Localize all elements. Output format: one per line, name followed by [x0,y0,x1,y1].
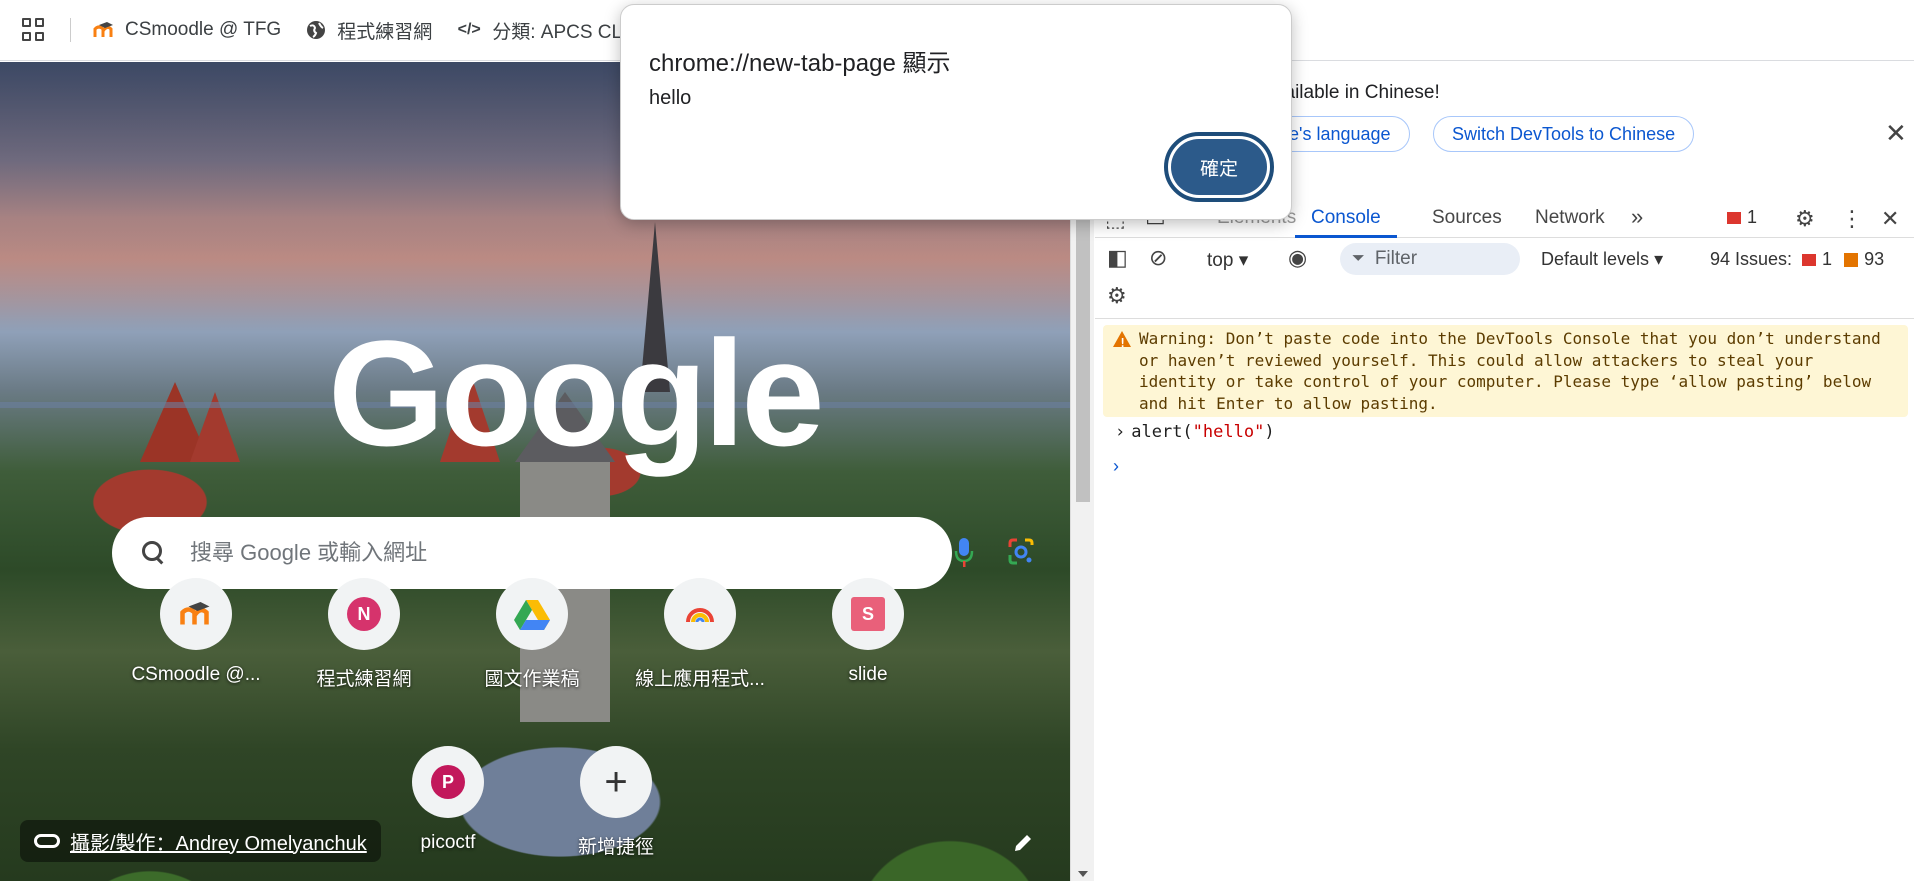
command-text: ) [1264,422,1275,442]
console-settings-gear-icon[interactable]: ⚙ [1107,283,1127,309]
dialog-title: chrome://new-tab-page 顯示 [649,50,951,77]
error-icon [1802,253,1817,266]
context-label: top [1207,250,1234,271]
error-icon [1727,211,1741,224]
shortcut-tile: S [832,578,904,650]
shortcut-practice[interactable]: N 程式練習網 [294,578,434,691]
context-selector[interactable]: top ▾ [1207,249,1248,272]
bookmarks-separator [70,18,71,42]
clear-console-icon[interactable]: ⊘ [1149,245,1167,271]
shortcut-label: picoctf [420,832,476,853]
dialog-message: hello [649,87,692,109]
shortcut-csmoodle[interactable]: CSmoodle @... [126,578,266,686]
globe-icon [305,19,327,41]
letter-n-icon: N [347,597,381,631]
tab-sources[interactable]: Sources [1432,198,1502,238]
search-icon [140,539,168,567]
letter-s-icon: S [851,597,885,631]
console-command-entry[interactable]: › alert("hello") [1115,422,1275,442]
levels-label: Default levels [1541,249,1650,269]
photo-attribution[interactable]: 攝影/製作：Andrey Omelyanchuk [20,820,381,862]
close-icon[interactable]: ✕ [1885,118,1907,149]
switch-to-chinese-button[interactable]: Switch DevTools to Chinese [1433,116,1695,152]
bookmark-label: CSmoodle @ TFG [125,19,282,40]
apps-grid-icon[interactable] [22,18,46,42]
filter-icon: ⏷ [1352,250,1365,267]
customize-button[interactable] [1005,825,1041,861]
search-input[interactable] [190,540,810,566]
shortcut-label: CSmoodle @... [131,664,261,685]
google-drive-icon [514,600,550,630]
error-count-badge[interactable]: 1 [1727,207,1757,228]
shortcut-slide[interactable]: S slide [798,578,938,686]
attribution-text: 攝影/製作：Andrey Omelyanchuk [70,832,367,855]
ok-button-label: 確定 [1171,139,1267,195]
shortcut-label: 程式練習網 [316,669,412,690]
link-icon [34,834,60,848]
shortcut-tile [496,578,568,650]
shortcut-label: slide [848,664,888,685]
issues-counter[interactable]: 94 Issues: 1 93 [1710,249,1884,270]
rainbow-icon [686,608,714,623]
error-count: 1 [1747,207,1758,227]
filter-input[interactable]: ⏷ Filter [1340,243,1520,275]
microphone-icon[interactable] [954,537,974,569]
sidebar-toggle-icon[interactable]: ◧ [1107,245,1128,271]
shortcut-tile: P [412,746,484,818]
tab-network[interactable]: Network [1535,198,1605,238]
moodle-icon [93,19,115,41]
letter-p-icon: P [431,765,465,799]
paste-warning-message: Warning: Don’t paste code into the DevTo… [1103,325,1908,417]
console-output: Warning: Don’t paste code into the DevTo… [1095,320,1914,881]
settings-gear-icon[interactable]: ⚙ [1795,206,1815,232]
close-devtools-icon[interactable]: ✕ [1881,206,1899,232]
bookmark-practice[interactable]: 程式練習網 [305,17,432,44]
google-lens-icon[interactable] [1007,537,1035,567]
warning-triangle-icon [1113,331,1131,355]
log-levels-dropdown[interactable]: Default levels ▾ [1541,249,1663,270]
shortcut-picoctf[interactable]: P picoctf [378,746,518,854]
shortcut-online-apps[interactable]: 線上應用程式... [630,578,770,691]
ok-button[interactable]: 確定 [1164,132,1274,202]
expand-chevron-icon: › [1115,422,1126,442]
shortcut-tile: + [580,746,652,818]
filter-placeholder: Filter [1374,248,1418,269]
moodle-icon [180,602,210,625]
issues-warning-count: 93 [1864,249,1885,269]
pencil-icon [1015,835,1031,851]
shortcut-tile [664,578,736,650]
command-string: "hello" [1192,422,1265,442]
more-options-icon[interactable]: ⋮ [1841,206,1863,232]
warning-text: Warning: Don’t paste code into the DevTo… [1139,329,1881,413]
shortcut-label: 國文作業稿 [484,669,580,690]
issues-label: 94 Issues: [1710,249,1793,269]
issues-error-count: 1 [1822,249,1833,269]
console-toolbar: ◧ ⊘ top ▾ ◉ ⏷ Filter Default levels ▾ 94… [1095,239,1914,319]
google-logo: Google [328,309,825,477]
banner-text: vailable in Chinese! [1275,82,1440,103]
scroll-down-arrow-icon[interactable] [1078,871,1088,877]
shortcut-tile [160,578,232,650]
more-tabs-icon[interactable]: » [1631,204,1643,230]
bookmark-label: 程式練習網 [337,21,433,43]
shortcut-label: 線上應用程式... [635,669,765,690]
tab-console[interactable]: Console [1295,198,1397,238]
plus-icon: + [604,760,628,804]
code-icon: </> [457,21,481,38]
shortcut-tile: N [328,578,400,650]
alert-dialog: chrome://new-tab-page 顯示 hello 確定 [620,4,1292,220]
shortcut-drive[interactable]: 國文作業稿 [462,578,602,691]
command-text: alert( [1131,422,1193,442]
warning-icon [1844,252,1859,267]
live-expression-eye-icon[interactable]: ◉ [1288,245,1307,271]
add-shortcut-button[interactable]: + 新增捷徑 [546,746,686,859]
console-prompt[interactable]: › [1113,456,1119,477]
shortcut-label: 新增捷徑 [577,837,654,858]
bookmark-csmoodle[interactable]: CSmoodle @ TFG [93,19,281,41]
